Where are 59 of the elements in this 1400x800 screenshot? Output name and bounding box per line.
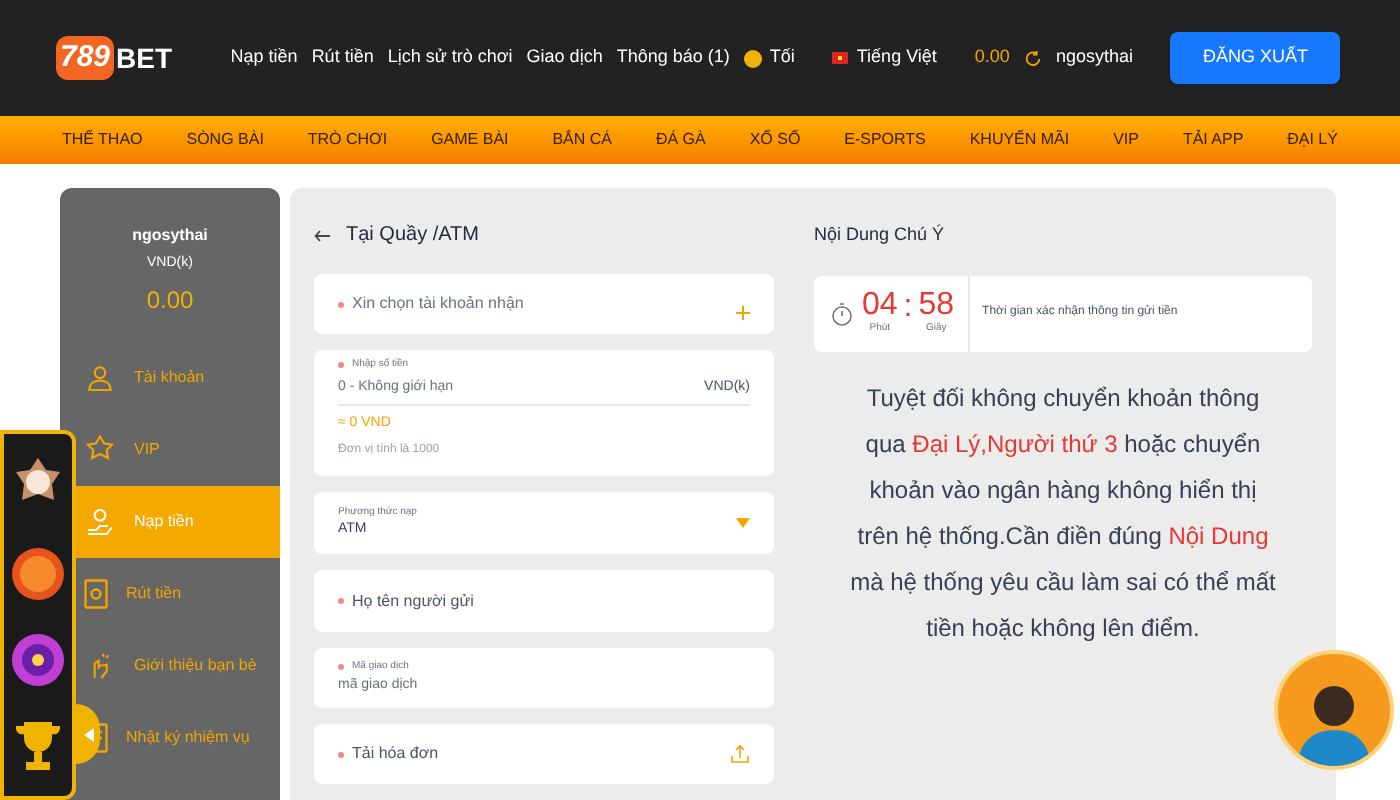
top-link[interactable]: Lịch sử trò chơi <box>387 44 513 72</box>
required-dot-icon <box>338 362 344 369</box>
back-arrow-icon[interactable] <box>314 229 330 241</box>
lucky-wheel-icon[interactable] <box>10 631 66 688</box>
field-label: Xin chọn tài khoản nhận <box>338 292 524 316</box>
form-title: Tại Quầy /ATM <box>346 222 479 250</box>
sidebar-username: ngosythai <box>132 224 208 248</box>
upload-receipt-field[interactable]: Tải hóa đơn <box>314 724 774 784</box>
vietnam-flag-icon <box>832 52 849 64</box>
category-link[interactable]: BẮN CÁ <box>552 128 613 152</box>
refresh-icon[interactable] <box>1023 49 1042 67</box>
category-link[interactable]: TẢI APP <box>1182 128 1244 152</box>
person-icon <box>84 361 116 393</box>
category-link[interactable]: ĐẠI LÝ <box>1287 128 1338 152</box>
required-dot-icon <box>338 301 344 307</box>
logout-button[interactable]: ĐĂNG XUẤT <box>1170 32 1340 84</box>
field-label: Họ tên người gửi <box>338 589 474 613</box>
field-label: Tải hóa đơn <box>338 742 439 766</box>
timer-separator: : <box>903 291 913 323</box>
hand-coin-icon <box>84 505 116 537</box>
vip-star-icon <box>84 433 116 465</box>
logo-badge: 789 <box>56 35 115 81</box>
category-link[interactable]: XỔ SỐ <box>749 128 801 152</box>
category-link[interactable]: ĐÁ GÀ <box>655 128 706 152</box>
logo[interactable]: 789 BET <box>56 35 173 81</box>
sidebar-balance: 0.00 <box>146 283 194 317</box>
category-link[interactable]: VIP <box>1113 128 1139 152</box>
stopwatch-icon <box>830 301 854 325</box>
upload-icon <box>730 744 750 764</box>
account-select-field[interactable]: Xin chọn tài khoản nhận <box>314 274 774 334</box>
sender-name-field[interactable]: Họ tên người gửi <box>314 570 774 632</box>
category-link[interactable]: KHUYẾN MÃI <box>969 128 1070 152</box>
logo-word: BET <box>116 39 173 77</box>
caret-left-icon <box>83 727 93 741</box>
plus-icon <box>736 305 750 319</box>
top-link[interactable]: Thông báo (1) <box>616 44 730 72</box>
top-link[interactable]: Giao dịch <box>526 44 603 72</box>
category-link[interactable]: THỂ THAO <box>61 128 143 152</box>
language-select[interactable]: Tiếng Việt <box>832 44 937 72</box>
trophy-icon[interactable] <box>12 717 64 774</box>
coin-badge-icon[interactable] <box>10 546 66 603</box>
top-link[interactable]: Rút tiền <box>311 44 374 72</box>
category-link[interactable]: SÒNG BÀI <box>186 128 264 152</box>
category-link[interactable]: TRÒ CHƠI <box>307 128 388 152</box>
top-link[interactable]: Nạp tiền <box>230 44 298 72</box>
required-dot-icon <box>338 751 344 757</box>
required-dot-icon <box>338 664 344 671</box>
category-link[interactable]: E-SPORTS <box>844 128 926 152</box>
timer-minutes: 04 <box>862 289 898 322</box>
timer-seconds: 58 <box>918 289 955 322</box>
required-dot-icon <box>338 598 344 604</box>
warning-text: Tuyệt đối không chuyển khoản thông qua Đại Lý,Người thứ 3 hoặc chuyển khoản vào ngân hàng không hiển thị trên hệ thống.Cần điền đúng Nội Dung mà hệ thống yêu cầu làm sai có thể mất tiền hoặc không lên điểm. <box>848 381 1278 645</box>
category-link[interactable]: GAME BÀI <box>431 128 509 152</box>
caret-down-icon <box>736 518 750 528</box>
theme-toggle[interactable]: Tối <box>743 44 795 72</box>
notice-title: Nội Dung Chú Ý <box>814 222 947 248</box>
balance: 0.00 <box>974 44 1010 71</box>
wallet-icon <box>84 577 108 609</box>
username: ngosythai <box>1055 44 1133 71</box>
